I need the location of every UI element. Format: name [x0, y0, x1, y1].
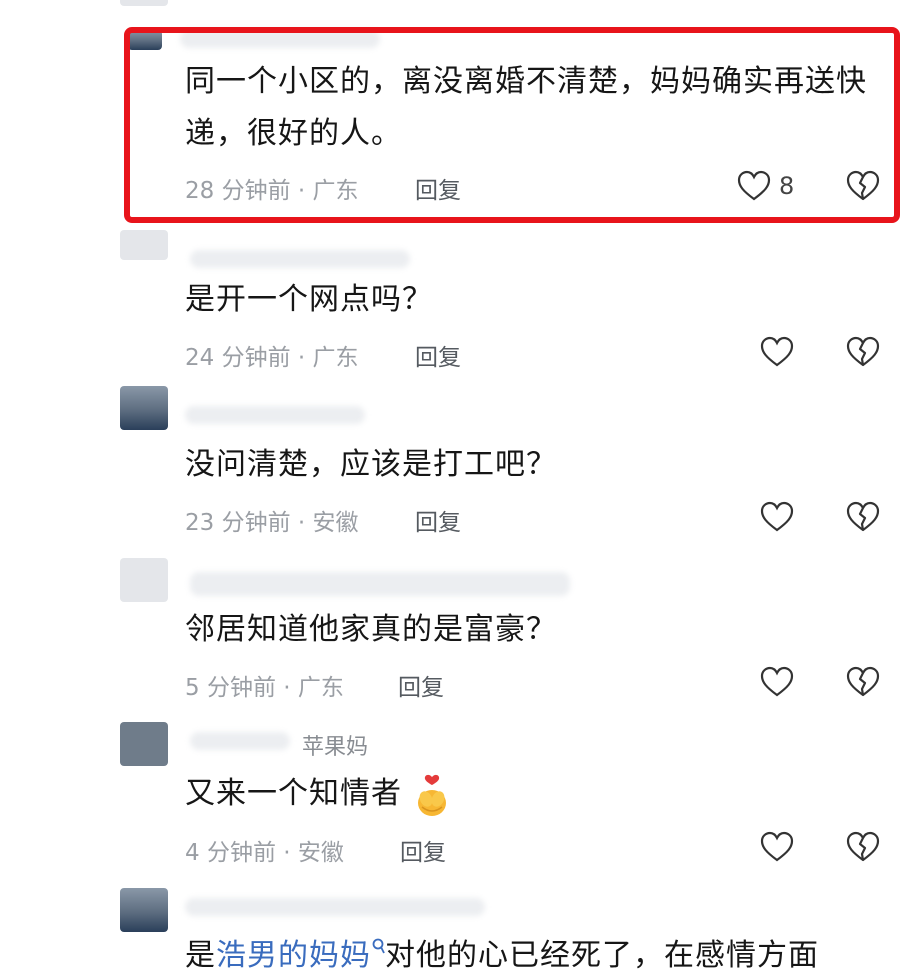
- comment-meta: 5 分钟前 · 广东: [185, 675, 344, 701]
- avatar[interactable]: [120, 722, 168, 766]
- comment-text: 没问清楚，应该是打工吧？: [185, 447, 557, 482]
- blurred-username: [190, 250, 410, 268]
- blurred-username: [190, 572, 570, 596]
- broken-heart-icon: [846, 666, 880, 697]
- broken-heart-icon: [846, 831, 880, 862]
- heart-outline-icon: [760, 336, 794, 367]
- dislike-button[interactable]: [846, 336, 880, 368]
- reply-button[interactable]: 回复: [415, 503, 461, 537]
- comment-text: 又来一个知情者: [185, 770, 451, 818]
- username[interactable]: 苹果妈: [302, 729, 368, 761]
- comment-text-content: 又来一个知情者: [185, 776, 402, 811]
- reply-button[interactable]: 回复: [400, 833, 446, 867]
- hug-emoji-icon: [413, 773, 451, 817]
- blurred-username: [185, 406, 365, 424]
- comment-meta: 24 分钟前 · 广东: [185, 345, 359, 371]
- like-button[interactable]: [760, 666, 794, 698]
- avatar[interactable]: [120, 230, 168, 260]
- dislike-button[interactable]: [846, 831, 880, 863]
- avatar[interactable]: [120, 386, 168, 430]
- dislike-button[interactable]: [846, 666, 880, 698]
- heart-outline-icon: [760, 666, 794, 697]
- comment-meta: 23 分钟前 · 安徽: [185, 510, 359, 536]
- avatar[interactable]: [120, 0, 168, 6]
- comment-meta: 4 分钟前 · 安徽: [185, 840, 344, 866]
- broken-heart-icon: [846, 336, 880, 367]
- like-button[interactable]: [760, 336, 794, 368]
- heart-outline-icon: [760, 501, 794, 532]
- dislike-button[interactable]: [846, 501, 880, 533]
- blurred-username: [190, 732, 290, 750]
- heart-outline-icon: [760, 831, 794, 862]
- comment-text-prefix: 是: [185, 938, 216, 973]
- like-button[interactable]: [760, 831, 794, 863]
- like-button[interactable]: [760, 501, 794, 533]
- reply-button[interactable]: 回复: [415, 338, 461, 372]
- avatar[interactable]: [120, 558, 168, 602]
- broken-heart-icon: [846, 501, 880, 532]
- at-mention-icon: [371, 938, 385, 956]
- comment-text: 是浩男的妈妈 对他的心已经死了，在感情方面: [185, 932, 819, 980]
- comment-text-suffix: 对他的心已经死了，在感情方面: [385, 938, 819, 973]
- reply-button[interactable]: 回复: [398, 668, 444, 702]
- blurred-username: [185, 898, 485, 916]
- comment-text: 是开一个网点吗？: [185, 282, 433, 317]
- comment-text: 邻居知道他家真的是富豪？: [185, 612, 557, 647]
- avatar[interactable]: [120, 888, 168, 932]
- user-mention-link[interactable]: 浩男的妈妈: [216, 938, 371, 973]
- highlight-frame: [124, 27, 900, 223]
